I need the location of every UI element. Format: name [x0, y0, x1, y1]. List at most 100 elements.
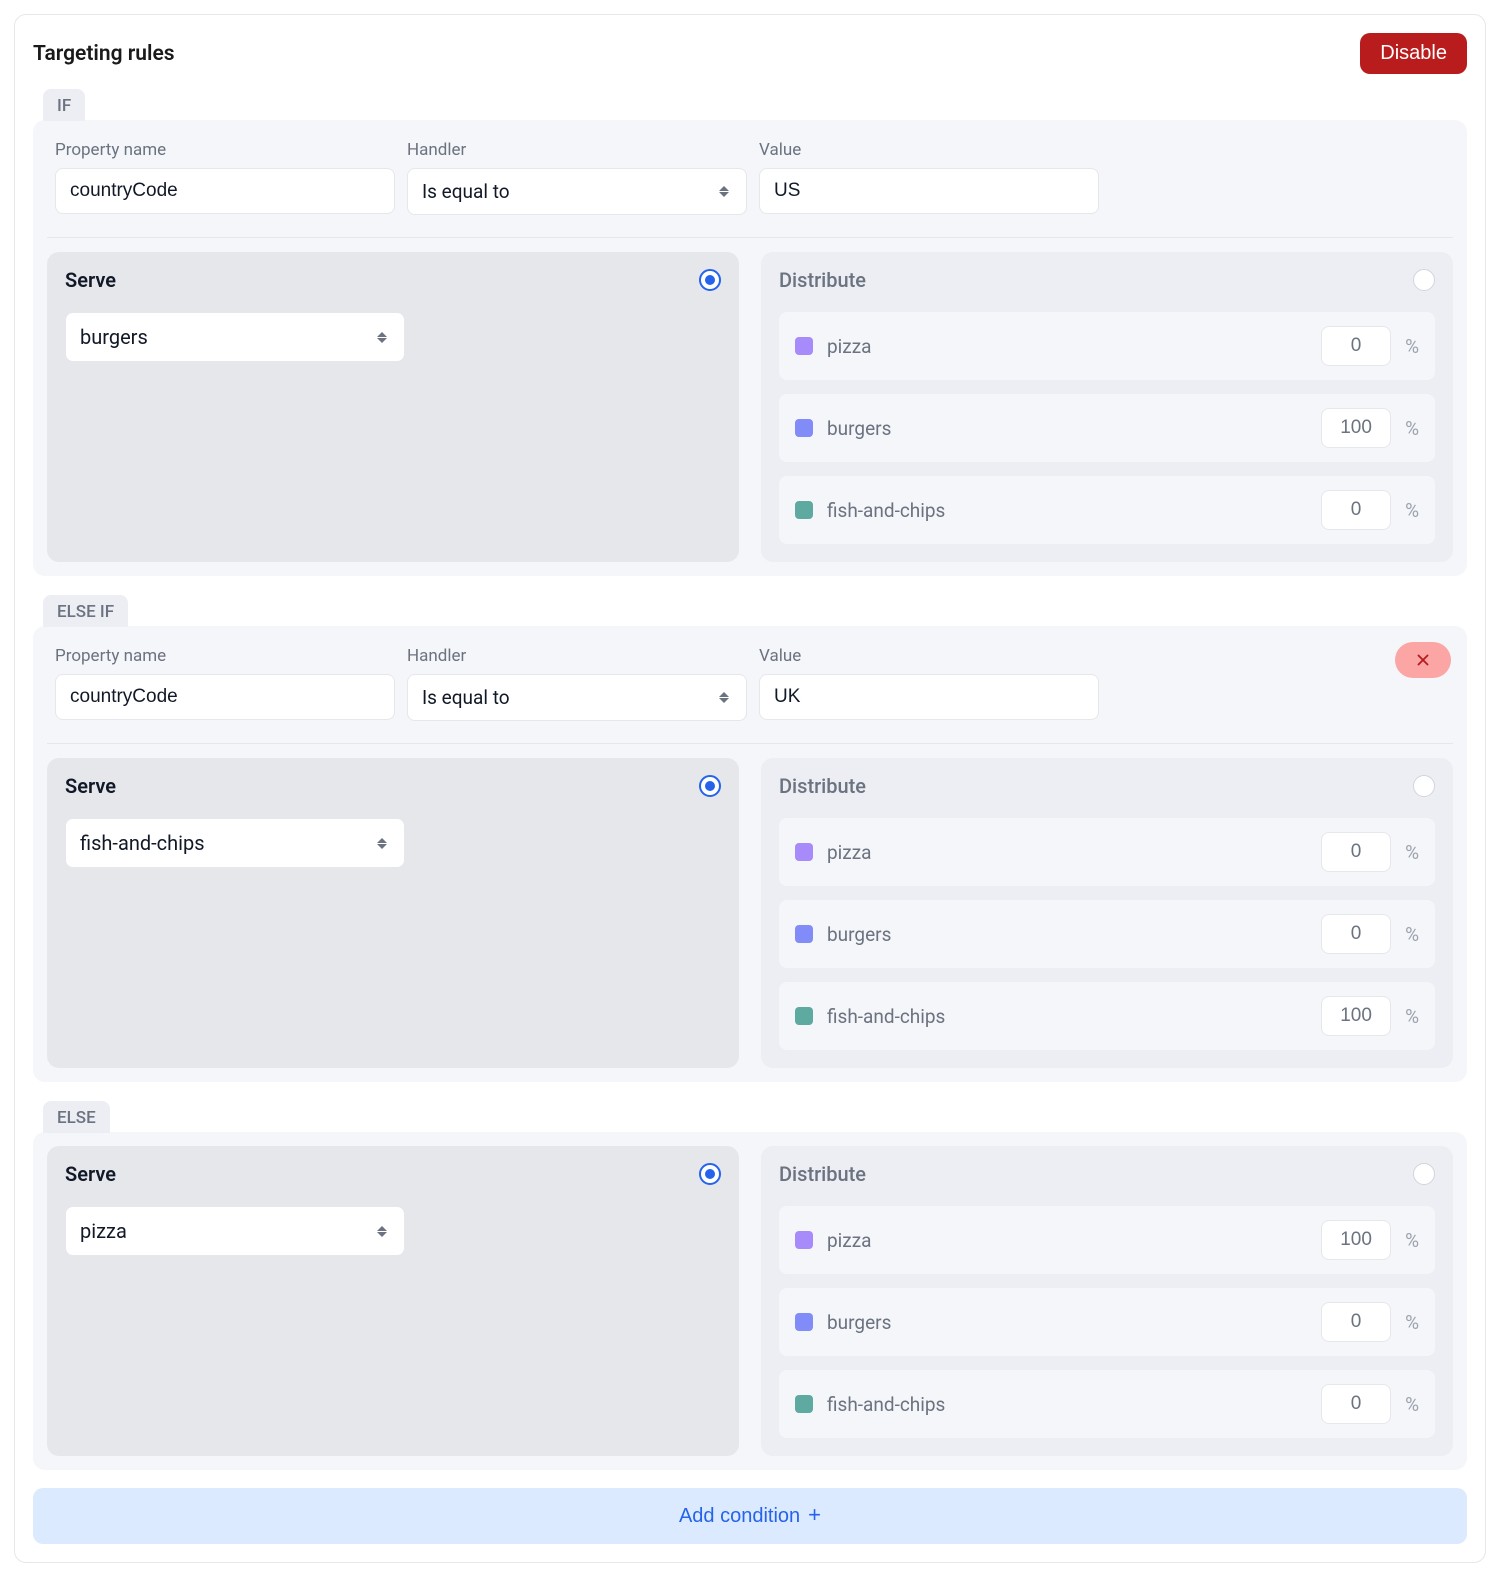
percent-label: % — [1405, 1005, 1419, 1028]
handler-label: Handler — [407, 140, 747, 160]
serve-title: Serve — [65, 268, 116, 292]
serve-select[interactable]: burgers — [65, 312, 405, 362]
serve-panel: Serve pizza — [47, 1146, 739, 1456]
distribute-title: Distribute — [779, 1162, 866, 1186]
close-icon — [1414, 651, 1432, 669]
distribute-panel: Distributepizza%burgers%fish-and-chips% — [761, 252, 1453, 562]
chevron-updown-icon — [374, 329, 390, 345]
handler-label: Handler — [407, 646, 747, 666]
percent-label: % — [1405, 1229, 1419, 1252]
rule-body: Property name Handler Is equal to Value Serv… — [33, 120, 1467, 576]
rules-container: IF Property name Handler Is equal to Value Se… — [33, 88, 1467, 1470]
distribute-value-input[interactable] — [1321, 832, 1391, 872]
variant-swatch — [795, 501, 813, 519]
variant-name: burgers — [827, 1311, 1307, 1334]
rule-tab: ELSE IF — [43, 595, 128, 627]
distribute-value-input[interactable] — [1321, 996, 1391, 1036]
chevron-updown-icon — [374, 1223, 390, 1239]
disable-button[interactable]: Disable — [1360, 33, 1467, 74]
variant-swatch — [795, 419, 813, 437]
distribute-value-input[interactable] — [1321, 408, 1391, 448]
distribute-value-input[interactable] — [1321, 1384, 1391, 1424]
percent-label: % — [1405, 335, 1419, 358]
serve-select[interactable]: fish-and-chips — [65, 818, 405, 868]
distribute-row: pizza% — [779, 1206, 1435, 1274]
value-input[interactable] — [759, 168, 1099, 214]
card-header: Targeting rules Disable — [33, 33, 1467, 74]
percent-label: % — [1405, 841, 1419, 864]
distribute-panel: Distributepizza%burgers%fish-and-chips% — [761, 758, 1453, 1068]
variant-name: fish-and-chips — [827, 1005, 1307, 1028]
distribute-radio[interactable] — [1413, 775, 1435, 797]
serve-panel: Serve fish-and-chips — [47, 758, 739, 1068]
condition-row: Property name Handler Is equal to Value — [47, 640, 1453, 744]
distribute-row: fish-and-chips% — [779, 476, 1435, 544]
serve-distribute-row: ServeburgersDistributepizza%burgers%fish… — [47, 252, 1453, 562]
distribute-radio[interactable] — [1413, 1163, 1435, 1185]
rule-tab: IF — [43, 89, 85, 121]
card-title: Targeting rules — [33, 42, 175, 66]
serve-radio[interactable] — [699, 1163, 721, 1185]
targeting-rules-card: Targeting rules Disable IF Property name H… — [14, 14, 1486, 1563]
distribute-row: burgers% — [779, 900, 1435, 968]
distribute-value-input[interactable] — [1321, 326, 1391, 366]
remove-rule-button[interactable] — [1395, 642, 1451, 678]
distribute-row: fish-and-chips% — [779, 982, 1435, 1050]
rule-body: Property name Handler Is equal to Value Serv… — [33, 626, 1467, 1082]
variant-swatch — [795, 1395, 813, 1413]
rule-group: ELSE Serve pizza Distribute pizza% burgers% fi… — [33, 1100, 1467, 1470]
value-input[interactable] — [759, 674, 1099, 720]
distribute-row: pizza% — [779, 312, 1435, 380]
serve-title: Serve — [65, 774, 116, 798]
serve-radio[interactable] — [699, 269, 721, 291]
variant-name: pizza — [827, 335, 1307, 358]
serve-select[interactable]: pizza — [65, 1206, 405, 1256]
handler-select[interactable]: Is equal to — [407, 674, 747, 721]
chevron-updown-icon — [716, 690, 732, 706]
plus-icon — [808, 1504, 821, 1528]
percent-label: % — [1405, 1393, 1419, 1416]
variant-swatch — [795, 1231, 813, 1249]
chevron-updown-icon — [374, 835, 390, 851]
distribute-radio[interactable] — [1413, 269, 1435, 291]
variant-swatch — [795, 843, 813, 861]
rule-tab: ELSE — [43, 1101, 110, 1133]
rule-body: Serve pizza Distribute pizza% burgers% fish-a… — [33, 1132, 1467, 1470]
percent-label: % — [1405, 923, 1419, 946]
distribute-row: pizza% — [779, 818, 1435, 886]
serve-panel: Serve burgers — [47, 252, 739, 562]
variant-name: fish-and-chips — [827, 499, 1307, 522]
percent-label: % — [1405, 499, 1419, 522]
variant-swatch — [795, 1007, 813, 1025]
property-input[interactable] — [55, 674, 395, 720]
add-condition-button[interactable]: Add condition — [33, 1488, 1467, 1544]
chevron-updown-icon — [716, 184, 732, 200]
serve-title: Serve — [65, 1162, 116, 1186]
value-label: Value — [759, 140, 1099, 160]
serve-distribute-row: Servefish-and-chipsDistributepizza%burge… — [47, 758, 1453, 1068]
distribute-value-input[interactable] — [1321, 490, 1391, 530]
distribute-value-input[interactable] — [1321, 1220, 1391, 1260]
distribute-value-input[interactable] — [1321, 914, 1391, 954]
variant-name: burgers — [827, 417, 1307, 440]
distribute-value-input[interactable] — [1321, 1302, 1391, 1342]
variant-name: pizza — [827, 841, 1307, 864]
distribute-panel: Distribute pizza% burgers% fish-and-chips% — [761, 1146, 1453, 1456]
variant-name: fish-and-chips — [827, 1393, 1307, 1416]
add-condition-label: Add condition — [679, 1505, 800, 1528]
value-label: Value — [759, 646, 1099, 666]
variant-swatch — [795, 337, 813, 355]
percent-label: % — [1405, 417, 1419, 440]
serve-distribute-row: Serve pizza Distribute pizza% burgers% fish-a… — [47, 1146, 1453, 1456]
property-label: Property name — [55, 140, 395, 160]
property-label: Property name — [55, 646, 395, 666]
distribute-row: burgers% — [779, 394, 1435, 462]
variant-name: pizza — [827, 1229, 1307, 1252]
property-input[interactable] — [55, 168, 395, 214]
handler-select[interactable]: Is equal to — [407, 168, 747, 215]
variant-swatch — [795, 925, 813, 943]
variant-name: burgers — [827, 923, 1307, 946]
rule-group: IF Property name Handler Is equal to Value Se… — [33, 88, 1467, 576]
distribute-row: burgers% — [779, 1288, 1435, 1356]
serve-radio[interactable] — [699, 775, 721, 797]
